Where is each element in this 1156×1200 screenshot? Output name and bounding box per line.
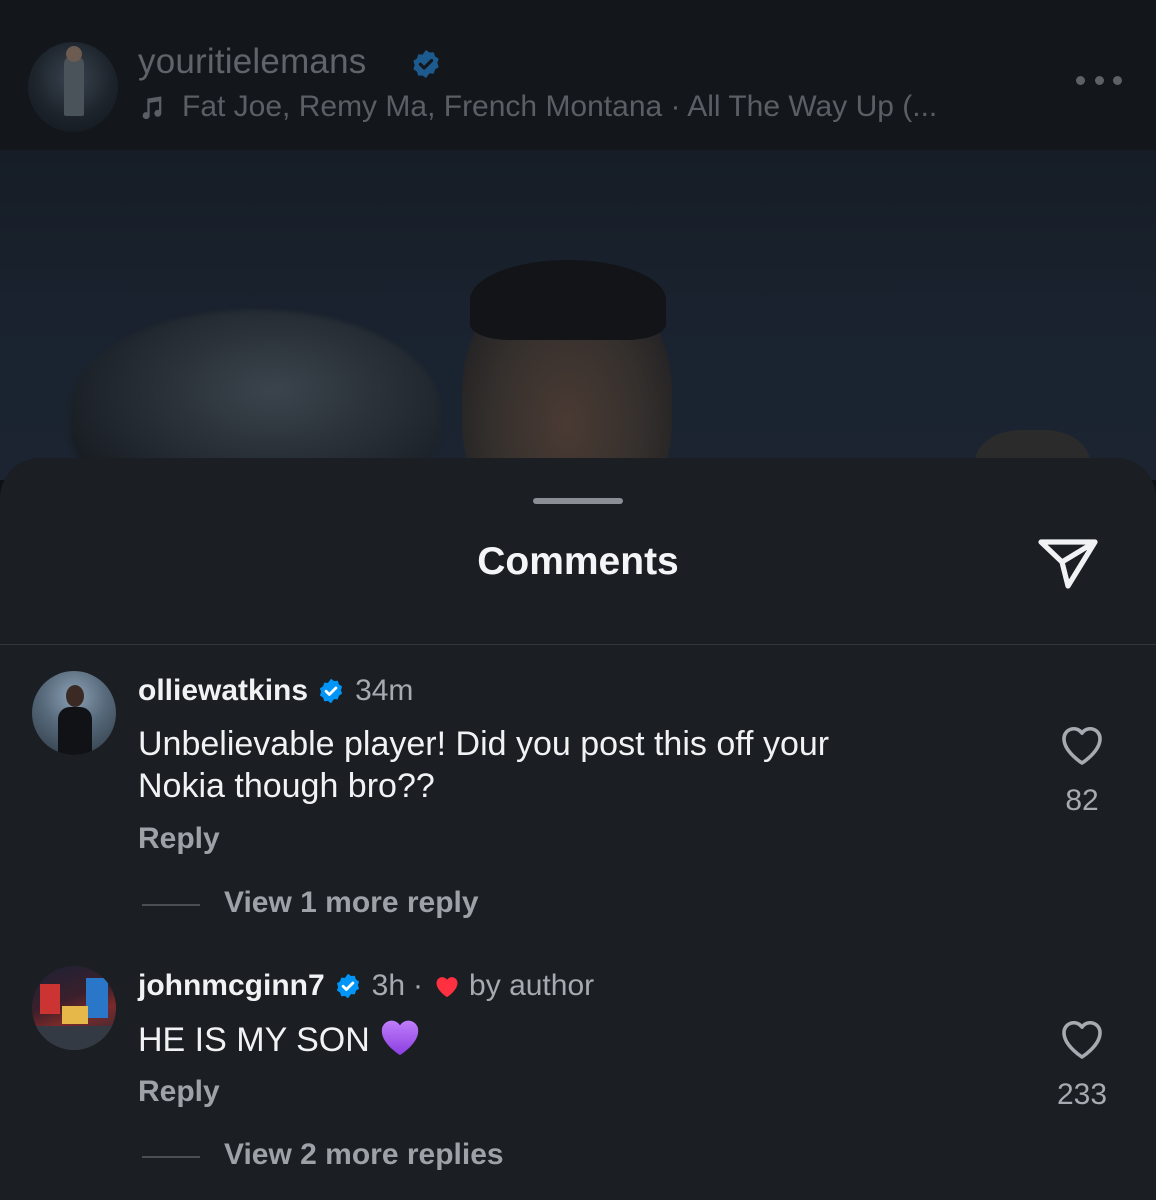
comment-text-line: Nokia though bro?? [138, 767, 435, 805]
purple-heart-emoji-icon [381, 1020, 418, 1056]
reply-button[interactable]: Reply [138, 822, 220, 856]
music-note-icon [142, 96, 162, 120]
post-author-avatar[interactable] [28, 42, 118, 132]
like-heart-icon[interactable] [1058, 722, 1106, 766]
like-count: 233 [1056, 1078, 1108, 1111]
more-options-icon[interactable] [1076, 70, 1122, 90]
sheet-divider [0, 644, 1156, 645]
comment-meta: olliewatkins 34m [138, 674, 413, 708]
trophy-shape [70, 310, 440, 480]
comment-text: Unbelievable player! Did you post this o… [138, 723, 998, 807]
reply-button[interactable]: Reply [138, 1075, 220, 1109]
commenter-username[interactable]: johnmcginn7 [138, 969, 325, 1003]
verified-badge-icon [413, 50, 439, 78]
post-image [0, 150, 1156, 480]
commenter-avatar[interactable] [32, 966, 116, 1050]
liked-by-author-label: by author [469, 969, 595, 1002]
commenter-username[interactable]: olliewatkins [138, 674, 308, 708]
verified-badge-icon [319, 678, 343, 704]
verified-badge-icon [336, 973, 359, 999]
comments-sheet: Comments olliewatkins 34m Unbelievable p… [0, 458, 1156, 1200]
post-header: youritielemans Fat Joe, Remy Ma, French … [0, 0, 1156, 150]
like-count: 82 [1065, 784, 1099, 817]
commenter-avatar[interactable] [32, 671, 116, 755]
post-author-username[interactable]: youritielemans [138, 42, 366, 82]
comment-text-line: HE IS MY SON [138, 1021, 370, 1059]
meta-separator: · [413, 969, 424, 1002]
view-replies-button[interactable]: View 2 more replies [224, 1138, 504, 1172]
replies-thread-line [142, 1156, 200, 1158]
view-replies-button[interactable]: View 1 more reply [224, 886, 479, 920]
like-heart-icon[interactable] [1058, 1016, 1106, 1060]
comment-text-line: Unbelievable player! Did you post this o… [138, 725, 830, 763]
share-send-icon[interactable] [1036, 534, 1100, 592]
author-liked-heart-icon [436, 977, 458, 998]
screen: youritielemans Fat Joe, Remy Ma, French … [0, 0, 1156, 1200]
sheet-grabber-handle[interactable] [533, 498, 623, 504]
comment-text: HE IS MY SON [138, 1017, 998, 1061]
post-music-track[interactable]: Fat Joe, Remy Ma, French Montana · All T… [182, 90, 937, 124]
comment-timestamp: 3h [371, 969, 406, 1002]
comment-timestamp: 34m [355, 674, 414, 707]
sheet-title: Comments [477, 540, 679, 583]
person-hair-shape [470, 260, 666, 340]
comment-meta: johnmcginn7 3h · by author [138, 969, 594, 1003]
replies-thread-line [142, 904, 200, 906]
